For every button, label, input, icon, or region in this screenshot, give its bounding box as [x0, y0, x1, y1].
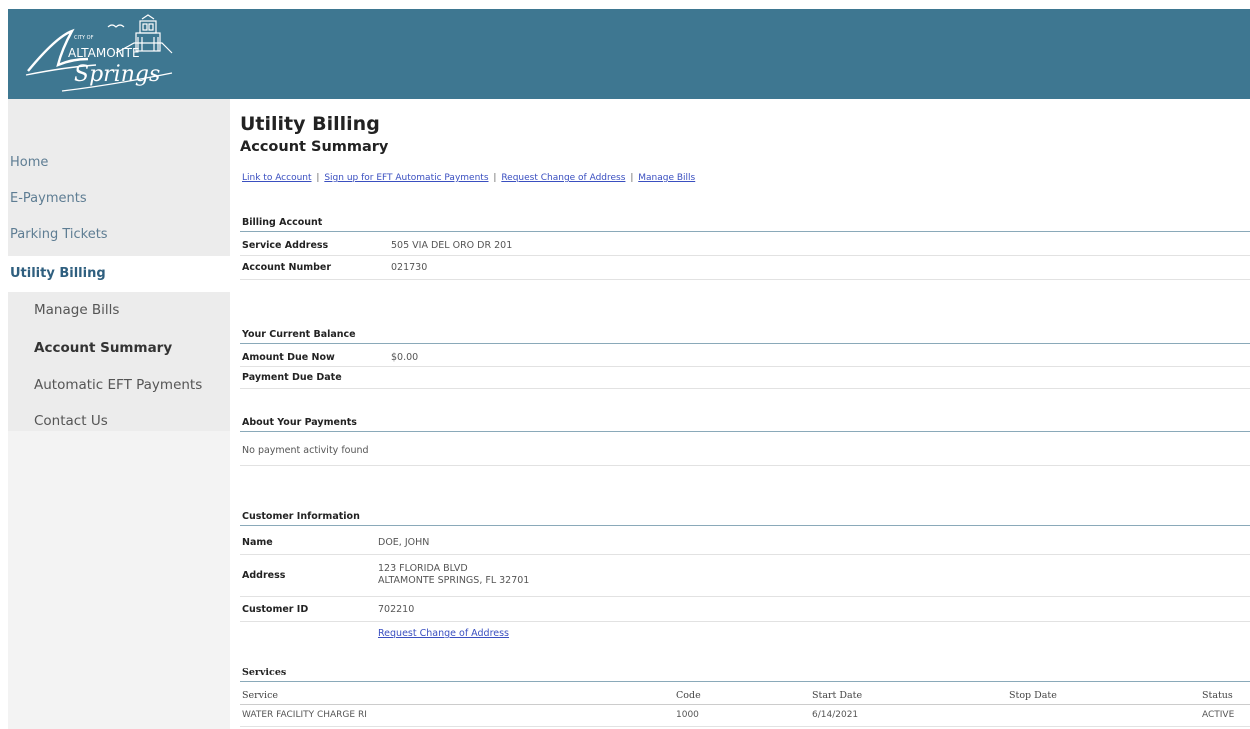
nav-item-home[interactable]: Home	[8, 145, 230, 181]
services-table-header: Service Code Start Date Stop Date Status	[240, 685, 1250, 705]
customer-name-row: Name DOE, JOHN	[240, 529, 1250, 555]
customer-name-value: DOE, JOHN	[378, 537, 430, 548]
nav-item-utility-billing[interactable]: Utility Billing	[8, 256, 230, 292]
eft-signup-link[interactable]: Sign up for EFT Automatic Payments	[324, 173, 488, 183]
customer-id-row: Customer ID 702210	[240, 597, 1250, 622]
customer-name-label: Name	[242, 537, 273, 548]
services-heading: Services	[240, 667, 1250, 682]
amount-due-label: Amount Due Now	[242, 352, 335, 363]
service-address-row: Service Address 505 VIA DEL ORO DR 201	[240, 235, 1250, 256]
amount-due-value: $0.00	[391, 352, 419, 363]
svg-text:Springs: Springs	[74, 62, 160, 87]
svg-text:CITY OF: CITY OF	[74, 35, 94, 41]
nav-sub-manage-bills[interactable]: Manage Bills	[8, 292, 230, 328]
header-banner: CITY OF ALTAMONTE Springs	[8, 9, 1250, 99]
service-status-cell: ACTIVE	[1202, 710, 1235, 720]
action-links: Link to Account | Sign up for EFT Automa…	[242, 173, 695, 183]
service-start-date-cell: 6/14/2021	[812, 710, 859, 720]
col-service-header: Service	[242, 690, 279, 701]
about-payments-heading: About Your Payments	[240, 417, 1250, 432]
page-title: Utility Billing	[240, 113, 380, 135]
service-name-cell: WATER FACILITY CHARGE RI	[242, 710, 367, 720]
customer-id-value: 702210	[378, 604, 415, 615]
customer-change-address-container: Request Change of Address	[378, 628, 509, 639]
svg-text:ALTAMONTE: ALTAMONTE	[68, 46, 140, 60]
page-subtitle: Account Summary	[240, 139, 389, 155]
customer-address-line1: 123 FLORIDA BLVD	[378, 563, 468, 574]
payment-due-date-row: Payment Due Date	[240, 367, 1250, 389]
link-separator: |	[630, 173, 634, 183]
customer-info-heading: Customer Information	[240, 511, 1250, 526]
amount-due-row: Amount Due Now $0.00	[240, 347, 1250, 367]
service-address-label: Service Address	[242, 240, 329, 251]
customer-change-address-row: Request Change of Address	[240, 622, 1250, 647]
account-number-label: Account Number	[242, 262, 332, 273]
change-address-link[interactable]: Request Change of Address	[501, 173, 625, 183]
link-to-account-link[interactable]: Link to Account	[242, 173, 312, 183]
payments-empty-row: No payment activity found	[240, 435, 1250, 466]
payment-due-date-label: Payment Due Date	[242, 372, 342, 383]
nav-sub-automatic-eft-payments[interactable]: Automatic EFT Payments	[8, 367, 230, 403]
main-content: Utility Billing Account Summary Link to …	[240, 99, 1250, 729]
link-separator: |	[316, 173, 320, 183]
nav-sub-account-summary[interactable]: Account Summary	[8, 330, 230, 366]
nav-item-e-payments[interactable]: E-Payments	[8, 181, 230, 217]
table-row: WATER FACILITY CHARGE RI 1000 6/14/2021 …	[240, 705, 1250, 727]
col-status-header: Status	[1202, 690, 1233, 701]
city-logo-icon: CITY OF ALTAMONTE Springs	[25, 14, 173, 92]
service-code-cell: 1000	[676, 710, 699, 720]
customer-address-line2: ALTAMONTE SPRINGS, FL 32701	[378, 575, 530, 586]
current-balance-heading: Your Current Balance	[240, 329, 1250, 344]
nav-sub-contact-us[interactable]: Contact Us	[8, 403, 230, 439]
col-start-date-header: Start Date	[812, 690, 863, 701]
customer-id-label: Customer ID	[242, 604, 309, 615]
col-stop-date-header: Stop Date	[1009, 690, 1057, 701]
customer-change-address-link[interactable]: Request Change of Address	[378, 628, 509, 639]
payments-empty-text: No payment activity found	[242, 445, 369, 456]
city-logo[interactable]: CITY OF ALTAMONTE Springs	[22, 13, 182, 95]
col-code-header: Code	[676, 690, 701, 701]
account-number-row: Account Number 021730	[240, 256, 1250, 280]
account-number-value: 021730	[391, 262, 428, 273]
link-separator: |	[493, 173, 497, 183]
sidebar: Home E-Payments Parking Tickets Utility …	[8, 99, 230, 729]
service-address-value: 505 VIA DEL ORO DR 201	[391, 240, 513, 251]
page-frame: CITY OF ALTAMONTE Springs Home E-Payment…	[8, 9, 1250, 729]
customer-address-row: Address 123 FLORIDA BLVD ALTAMONTE SPRIN…	[240, 555, 1250, 597]
billing-account-heading: Billing Account	[240, 217, 1250, 232]
customer-address-label: Address	[242, 570, 286, 581]
nav-item-parking-tickets[interactable]: Parking Tickets	[8, 217, 230, 253]
manage-bills-link[interactable]: Manage Bills	[638, 173, 695, 183]
